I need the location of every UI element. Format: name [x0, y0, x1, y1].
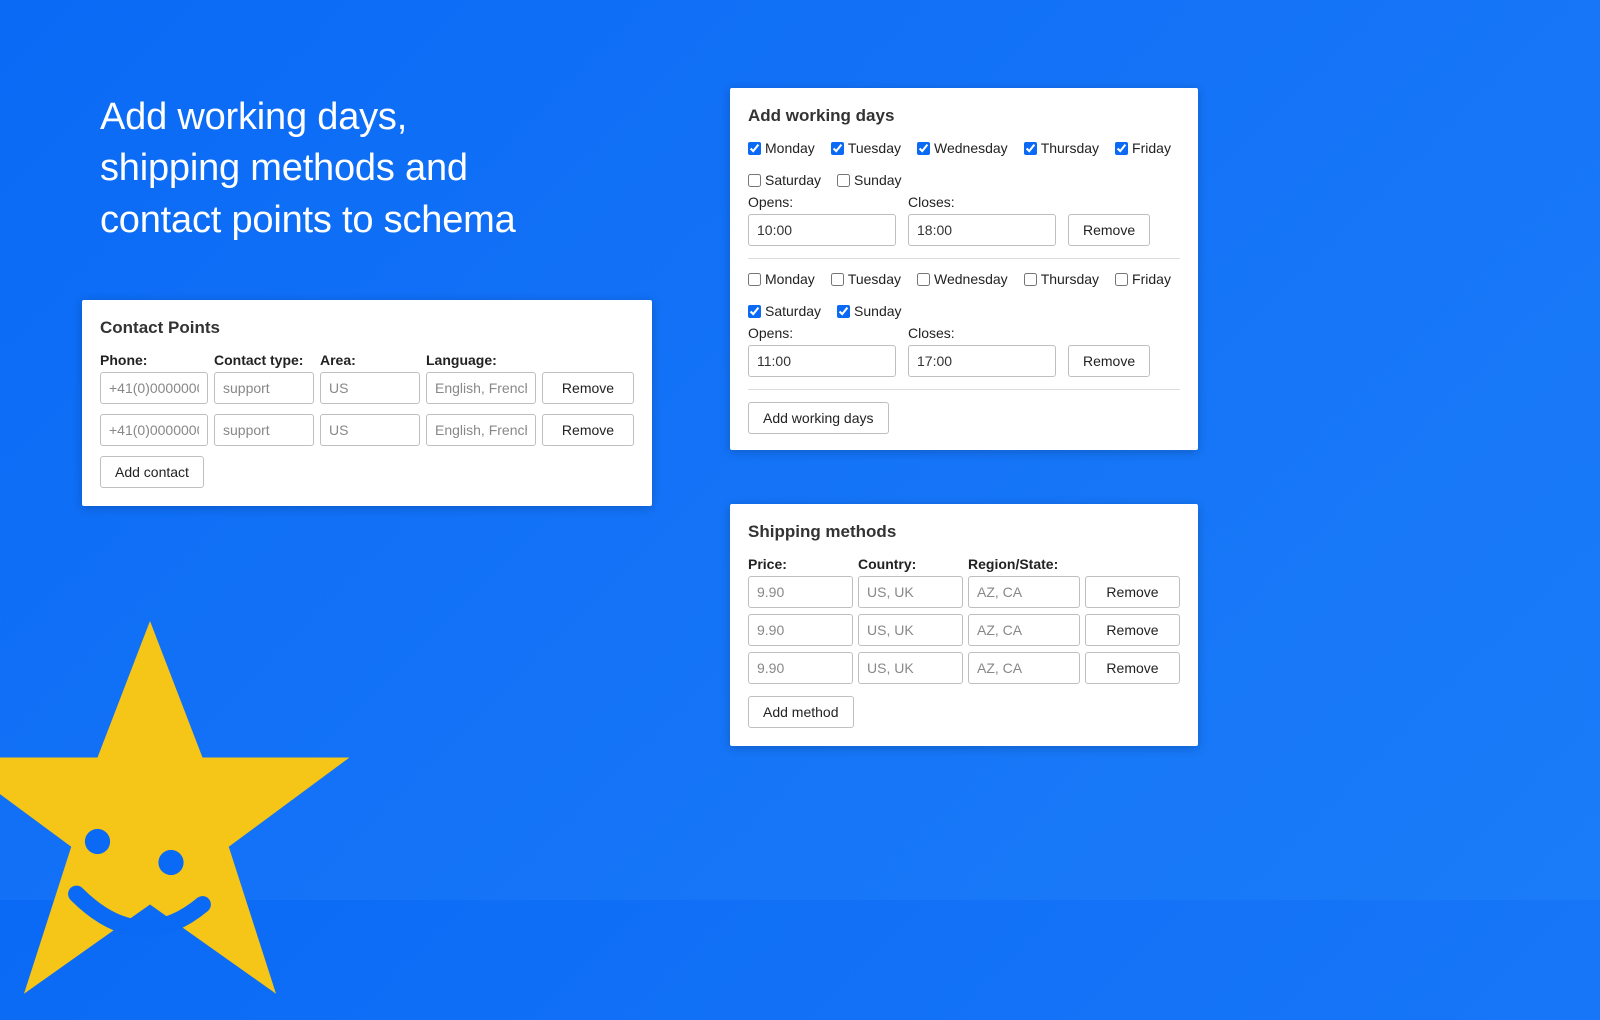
region-label: Region/State:	[968, 556, 1080, 572]
headline-line-3: contact points to schema	[100, 195, 516, 246]
contact-points-title: Contact Points	[100, 318, 634, 338]
region-input-2[interactable]	[968, 652, 1080, 684]
remove-shipping-button-1[interactable]: Remove	[1085, 614, 1180, 646]
closes-input-0[interactable]	[908, 214, 1056, 246]
checkbox-thursday-1[interactable]	[1024, 273, 1037, 286]
contact-type-label: Contact type:	[214, 352, 314, 368]
price-input-1[interactable]	[748, 614, 853, 646]
remove-working-button-0[interactable]: Remove	[1068, 214, 1150, 246]
region-input-1[interactable]	[968, 614, 1080, 646]
remove-shipping-button-0[interactable]: Remove	[1085, 576, 1180, 608]
divider-1	[748, 389, 1180, 390]
shipping-methods-title: Shipping methods	[748, 522, 1180, 542]
day-tuesday-0[interactable]: Tuesday	[831, 140, 901, 156]
remove-shipping-button-2[interactable]: Remove	[1085, 652, 1180, 684]
day-sunday-1[interactable]: Sunday	[837, 303, 901, 319]
checkbox-tuesday-0[interactable]	[831, 142, 844, 155]
checkbox-wednesday-1[interactable]	[917, 273, 930, 286]
day-saturday-1[interactable]: Saturday	[748, 303, 821, 319]
remove-contact-button-0[interactable]: Remove	[542, 372, 634, 404]
day-sunday-0[interactable]: Sunday	[837, 172, 901, 188]
price-input-2[interactable]	[748, 652, 853, 684]
phone-label: Phone:	[100, 352, 208, 368]
day-row-1: Monday Tuesday Wednesday Thursday Friday…	[748, 271, 1180, 319]
day-thursday-1[interactable]: Thursday	[1024, 271, 1099, 287]
headline-line-2: shipping methods and	[100, 143, 516, 194]
closes-input-1[interactable]	[908, 345, 1056, 377]
language-label: Language:	[426, 352, 536, 368]
price-input-0[interactable]	[748, 576, 853, 608]
opens-label-1: Opens:	[748, 325, 896, 341]
contact-points-panel: Contact Points Phone: Contact type: Area…	[82, 300, 652, 506]
day-monday-1[interactable]: Monday	[748, 271, 815, 287]
working-days-title: Add working days	[748, 106, 1180, 126]
phone-input-0[interactable]	[100, 372, 208, 404]
star-icon	[0, 600, 360, 1020]
checkbox-friday-1[interactable]	[1115, 273, 1128, 286]
area-input-0[interactable]	[320, 372, 420, 404]
checkbox-friday-0[interactable]	[1115, 142, 1128, 155]
remove-working-button-1[interactable]: Remove	[1068, 345, 1150, 377]
checkbox-monday-1[interactable]	[748, 273, 761, 286]
remove-contact-button-1[interactable]: Remove	[542, 414, 634, 446]
country-input-1[interactable]	[858, 614, 963, 646]
day-tuesday-1[interactable]: Tuesday	[831, 271, 901, 287]
contact-type-input-1[interactable]	[214, 414, 314, 446]
region-input-0[interactable]	[968, 576, 1080, 608]
closes-label-1: Closes:	[908, 325, 1056, 341]
contact-header-row: Phone: Contact type: Area: Language: Rem…	[100, 352, 634, 404]
country-label: Country:	[858, 556, 963, 572]
country-input-2[interactable]	[858, 652, 963, 684]
contact-type-input-0[interactable]	[214, 372, 314, 404]
language-input-1[interactable]	[426, 414, 536, 446]
checkbox-sunday-0[interactable]	[837, 174, 850, 187]
day-thursday-0[interactable]: Thursday	[1024, 140, 1099, 156]
checkbox-monday-0[interactable]	[748, 142, 761, 155]
add-method-button[interactable]: Add method	[748, 696, 854, 728]
closes-label-0: Closes:	[908, 194, 1056, 210]
shipping-header-row: Price: Country: Region/State: Remove	[748, 556, 1180, 608]
day-monday-0[interactable]: Monday	[748, 140, 815, 156]
time-row-0: Opens: Closes: Remove	[748, 194, 1180, 246]
day-wednesday-0[interactable]: Wednesday	[917, 140, 1008, 156]
checkbox-saturday-0[interactable]	[748, 174, 761, 187]
checkbox-thursday-0[interactable]	[1024, 142, 1037, 155]
divider-0	[748, 258, 1180, 259]
headline-line-1: Add working days,	[100, 92, 516, 143]
time-row-1: Opens: Closes: Remove	[748, 325, 1180, 377]
day-row-0: Monday Tuesday Wednesday Thursday Friday…	[748, 140, 1180, 188]
opens-input-1[interactable]	[748, 345, 896, 377]
add-contact-button[interactable]: Add contact	[100, 456, 204, 488]
checkbox-saturday-1[interactable]	[748, 305, 761, 318]
day-saturday-0[interactable]: Saturday	[748, 172, 821, 188]
area-input-1[interactable]	[320, 414, 420, 446]
headline: Add working days, shipping methods and c…	[100, 92, 516, 246]
area-label: Area:	[320, 352, 420, 368]
opens-input-0[interactable]	[748, 214, 896, 246]
opens-label-0: Opens:	[748, 194, 896, 210]
country-input-0[interactable]	[858, 576, 963, 608]
day-wednesday-1[interactable]: Wednesday	[917, 271, 1008, 287]
phone-input-1[interactable]	[100, 414, 208, 446]
add-working-days-button[interactable]: Add working days	[748, 402, 889, 434]
working-days-panel: Add working days Monday Tuesday Wednesda…	[730, 88, 1198, 450]
shipping-row-2: Remove	[748, 652, 1180, 684]
checkbox-sunday-1[interactable]	[837, 305, 850, 318]
shipping-methods-panel: Shipping methods Price: Country: Region/…	[730, 504, 1198, 746]
checkbox-tuesday-1[interactable]	[831, 273, 844, 286]
price-label: Price:	[748, 556, 853, 572]
checkbox-wednesday-0[interactable]	[917, 142, 930, 155]
contact-row-1: Remove	[100, 414, 634, 446]
day-friday-1[interactable]: Friday	[1115, 271, 1171, 287]
shipping-row-1: Remove	[748, 614, 1180, 646]
language-input-0[interactable]	[426, 372, 536, 404]
day-friday-0[interactable]: Friday	[1115, 140, 1171, 156]
